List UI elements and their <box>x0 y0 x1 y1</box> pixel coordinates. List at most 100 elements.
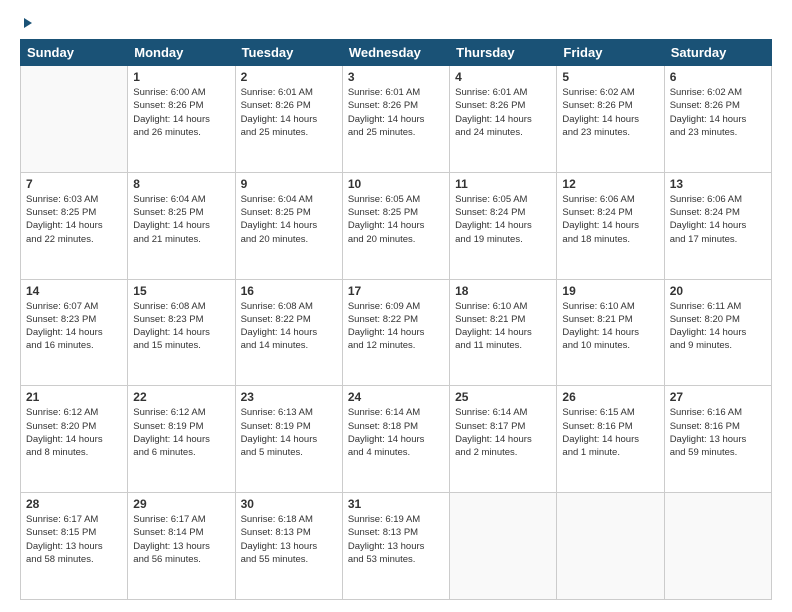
calendar-header-friday: Friday <box>557 40 664 66</box>
day-info: Sunrise: 6:17 AM Sunset: 8:14 PM Dayligh… <box>133 513 229 566</box>
calendar-cell: 6 Sunrise: 6:02 AM Sunset: 8:26 PM Daylig… <box>664 66 771 173</box>
calendar-cell: 25 Sunrise: 6:14 AM Sunset: 8:17 PM Dayli… <box>450 386 557 493</box>
day-info: Sunrise: 6:03 AM Sunset: 8:25 PM Dayligh… <box>26 193 122 246</box>
calendar-cell: 2 Sunrise: 6:01 AM Sunset: 8:26 PM Daylig… <box>235 66 342 173</box>
day-info: Sunrise: 6:17 AM Sunset: 8:15 PM Dayligh… <box>26 513 122 566</box>
day-info: Sunrise: 6:14 AM Sunset: 8:18 PM Dayligh… <box>348 406 444 459</box>
day-info: Sunrise: 6:02 AM Sunset: 8:26 PM Dayligh… <box>670 86 766 139</box>
calendar-header-tuesday: Tuesday <box>235 40 342 66</box>
calendar-cell: 31Sunrise: 6:19 AM Sunset: 8:13 PM Dayli… <box>342 493 449 600</box>
calendar-cell: 12 Sunrise: 6:06 AM Sunset: 8:24 PM Dayli… <box>557 172 664 279</box>
day-info: Sunrise: 6:02 AM Sunset: 8:26 PM Dayligh… <box>562 86 658 139</box>
day-number: 2 <box>241 70 337 84</box>
day-number: 12 <box>562 177 658 191</box>
day-number: 15 <box>133 284 229 298</box>
calendar-cell: 10 Sunrise: 6:05 AM Sunset: 8:25 PM Dayli… <box>342 172 449 279</box>
calendar-cell: 18 Sunrise: 6:10 AM Sunset: 8:21 PM Dayli… <box>450 279 557 386</box>
day-info: Sunrise: 6:08 AM Sunset: 8:22 PM Dayligh… <box>241 300 337 353</box>
calendar-week-4: 21 Sunrise: 6:12 AM Sunset: 8:20 PM Dayli… <box>21 386 772 493</box>
calendar-cell: 17 Sunrise: 6:09 AM Sunset: 8:22 PM Dayli… <box>342 279 449 386</box>
day-number: 10 <box>348 177 444 191</box>
day-number: 22 <box>133 390 229 404</box>
calendar-header-monday: Monday <box>128 40 235 66</box>
calendar-cell: 14 Sunrise: 6:07 AM Sunset: 8:23 PM Dayli… <box>21 279 128 386</box>
day-info: Sunrise: 6:13 AM Sunset: 8:19 PM Dayligh… <box>241 406 337 459</box>
day-number: 21 <box>26 390 122 404</box>
day-number: 14 <box>26 284 122 298</box>
day-info: Sunrise: 6:04 AM Sunset: 8:25 PM Dayligh… <box>241 193 337 246</box>
calendar-cell: 5 Sunrise: 6:02 AM Sunset: 8:26 PM Daylig… <box>557 66 664 173</box>
day-number: 3 <box>348 70 444 84</box>
calendar-cell: 22Sunrise: 6:12 AM Sunset: 8:19 PM Dayli… <box>128 386 235 493</box>
calendar-cell: 3 Sunrise: 6:01 AM Sunset: 8:26 PM Daylig… <box>342 66 449 173</box>
day-info: Sunrise: 6:10 AM Sunset: 8:21 PM Dayligh… <box>562 300 658 353</box>
day-info: Sunrise: 6:15 AM Sunset: 8:16 PM Dayligh… <box>562 406 658 459</box>
calendar-table: SundayMondayTuesdayWednesdayThursdayFrid… <box>20 39 772 600</box>
day-info: Sunrise: 6:14 AM Sunset: 8:17 PM Dayligh… <box>455 406 551 459</box>
calendar-cell: 24 Sunrise: 6:14 AM Sunset: 8:18 PM Dayli… <box>342 386 449 493</box>
day-number: 17 <box>348 284 444 298</box>
day-number: 26 <box>562 390 658 404</box>
calendar-cell: 16Sunrise: 6:08 AM Sunset: 8:22 PM Dayli… <box>235 279 342 386</box>
calendar-header-thursday: Thursday <box>450 40 557 66</box>
calendar-cell <box>450 493 557 600</box>
calendar-week-5: 28 Sunrise: 6:17 AM Sunset: 8:15 PM Dayli… <box>21 493 772 600</box>
day-number: 6 <box>670 70 766 84</box>
day-info: Sunrise: 6:05 AM Sunset: 8:24 PM Dayligh… <box>455 193 551 246</box>
day-info: Sunrise: 6:16 AM Sunset: 8:16 PM Dayligh… <box>670 406 766 459</box>
calendar-cell: 15 Sunrise: 6:08 AM Sunset: 8:23 PM Dayli… <box>128 279 235 386</box>
calendar-header-row: SundayMondayTuesdayWednesdayThursdayFrid… <box>21 40 772 66</box>
calendar-week-2: 7 Sunrise: 6:03 AM Sunset: 8:25 PM Daylig… <box>21 172 772 279</box>
day-info: Sunrise: 6:18 AM Sunset: 8:13 PM Dayligh… <box>241 513 337 566</box>
day-number: 11 <box>455 177 551 191</box>
calendar-week-1: 1 Sunrise: 6:00 AM Sunset: 8:26 PM Daylig… <box>21 66 772 173</box>
day-number: 25 <box>455 390 551 404</box>
calendar-week-3: 14 Sunrise: 6:07 AM Sunset: 8:23 PM Dayli… <box>21 279 772 386</box>
calendar-cell: 7 Sunrise: 6:03 AM Sunset: 8:25 PM Daylig… <box>21 172 128 279</box>
day-number: 31 <box>348 497 444 511</box>
day-info: Sunrise: 6:00 AM Sunset: 8:26 PM Dayligh… <box>133 86 229 139</box>
calendar-cell: 23 Sunrise: 6:13 AM Sunset: 8:19 PM Dayli… <box>235 386 342 493</box>
day-number: 18 <box>455 284 551 298</box>
day-number: 20 <box>670 284 766 298</box>
day-number: 4 <box>455 70 551 84</box>
day-number: 5 <box>562 70 658 84</box>
day-number: 30 <box>241 497 337 511</box>
calendar-cell <box>21 66 128 173</box>
day-info: Sunrise: 6:01 AM Sunset: 8:26 PM Dayligh… <box>455 86 551 139</box>
day-info: Sunrise: 6:09 AM Sunset: 8:22 PM Dayligh… <box>348 300 444 353</box>
day-info: Sunrise: 6:07 AM Sunset: 8:23 PM Dayligh… <box>26 300 122 353</box>
calendar-cell: 8 Sunrise: 6:04 AM Sunset: 8:25 PM Daylig… <box>128 172 235 279</box>
day-number: 13 <box>670 177 766 191</box>
calendar-cell <box>557 493 664 600</box>
day-number: 8 <box>133 177 229 191</box>
day-info: Sunrise: 6:10 AM Sunset: 8:21 PM Dayligh… <box>455 300 551 353</box>
calendar-cell: 9Sunrise: 6:04 AM Sunset: 8:25 PM Daylig… <box>235 172 342 279</box>
calendar-cell: 11 Sunrise: 6:05 AM Sunset: 8:24 PM Dayli… <box>450 172 557 279</box>
day-number: 1 <box>133 70 229 84</box>
day-info: Sunrise: 6:08 AM Sunset: 8:23 PM Dayligh… <box>133 300 229 353</box>
day-info: Sunrise: 6:12 AM Sunset: 8:20 PM Dayligh… <box>26 406 122 459</box>
calendar-cell: 20Sunrise: 6:11 AM Sunset: 8:20 PM Dayli… <box>664 279 771 386</box>
calendar-cell: 19Sunrise: 6:10 AM Sunset: 8:21 PM Dayli… <box>557 279 664 386</box>
calendar-cell: 28 Sunrise: 6:17 AM Sunset: 8:15 PM Dayli… <box>21 493 128 600</box>
day-info: Sunrise: 6:05 AM Sunset: 8:25 PM Dayligh… <box>348 193 444 246</box>
day-number: 24 <box>348 390 444 404</box>
day-info: Sunrise: 6:06 AM Sunset: 8:24 PM Dayligh… <box>670 193 766 246</box>
day-number: 23 <box>241 390 337 404</box>
day-number: 29 <box>133 497 229 511</box>
day-number: 7 <box>26 177 122 191</box>
day-number: 28 <box>26 497 122 511</box>
logo <box>20 16 35 31</box>
day-info: Sunrise: 6:04 AM Sunset: 8:25 PM Dayligh… <box>133 193 229 246</box>
calendar-cell: 29 Sunrise: 6:17 AM Sunset: 8:14 PM Dayli… <box>128 493 235 600</box>
day-info: Sunrise: 6:01 AM Sunset: 8:26 PM Dayligh… <box>241 86 337 139</box>
day-info: Sunrise: 6:06 AM Sunset: 8:24 PM Dayligh… <box>562 193 658 246</box>
calendar-header-saturday: Saturday <box>664 40 771 66</box>
day-info: Sunrise: 6:01 AM Sunset: 8:26 PM Dayligh… <box>348 86 444 139</box>
header <box>20 16 772 31</box>
calendar-header-sunday: Sunday <box>21 40 128 66</box>
page: SundayMondayTuesdayWednesdayThursdayFrid… <box>0 0 792 612</box>
logo-arrow-icon <box>20 16 34 35</box>
calendar-cell: 1 Sunrise: 6:00 AM Sunset: 8:26 PM Daylig… <box>128 66 235 173</box>
